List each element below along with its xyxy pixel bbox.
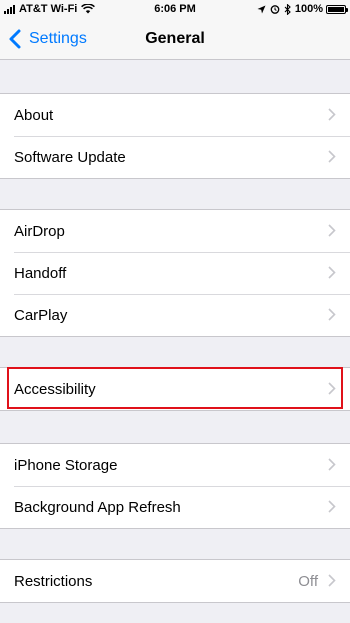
row-carplay[interactable]: CarPlay (0, 294, 350, 336)
row-label: AirDrop (14, 222, 65, 240)
settings-group: AirDrop Handoff CarPlay (0, 209, 350, 337)
chevron-right-icon (328, 266, 336, 279)
row-label: Accessibility (14, 380, 96, 398)
status-bar: AT&T Wi-Fi 6:06 PM 100% (0, 0, 350, 20)
chevron-right-icon (328, 108, 336, 121)
chevron-right-icon (328, 308, 336, 321)
row-handoff[interactable]: Handoff (0, 252, 350, 294)
row-label: CarPlay (14, 306, 68, 324)
chevron-right-icon (328, 500, 336, 513)
battery-fill (328, 6, 344, 12)
chevron-right-icon (328, 150, 336, 163)
row-label: About (14, 106, 54, 124)
settings-group: About Software Update (0, 93, 350, 179)
row-label: iPhone Storage (14, 456, 118, 474)
row-label: Background App Refresh (14, 498, 181, 516)
battery-percent: 100% (294, 3, 323, 15)
alarm-icon (270, 5, 280, 14)
row-label: Handoff (14, 264, 67, 282)
navigation-bar: Settings General (0, 20, 350, 60)
settings-group: Accessibility (0, 367, 350, 411)
row-label: Software Update (14, 148, 126, 166)
row-about[interactable]: About (0, 94, 350, 136)
bluetooth-icon (284, 3, 291, 15)
row-label: Restrictions (14, 572, 93, 590)
row-value: Off (298, 572, 318, 590)
settings-group: Restrictions Off (0, 559, 350, 603)
chevron-right-icon (328, 382, 336, 395)
chevron-right-icon (328, 574, 336, 587)
status-right: 100% (257, 3, 348, 15)
location-icon (257, 5, 266, 13)
row-airdrop[interactable]: AirDrop (0, 210, 350, 252)
row-restrictions[interactable]: Restrictions Off (0, 560, 350, 602)
row-software-update[interactable]: Software Update (0, 136, 350, 178)
row-accessibility[interactable]: Accessibility (0, 368, 350, 410)
chevron-right-icon (328, 224, 336, 237)
chevron-right-icon (328, 458, 336, 471)
battery-icon (326, 4, 348, 14)
row-background-app-refresh[interactable]: Background App Refresh (0, 486, 350, 528)
row-iphone-storage[interactable]: iPhone Storage (0, 444, 350, 486)
page-title: General (145, 30, 205, 47)
settings-group: iPhone Storage Background App Refresh (0, 443, 350, 529)
